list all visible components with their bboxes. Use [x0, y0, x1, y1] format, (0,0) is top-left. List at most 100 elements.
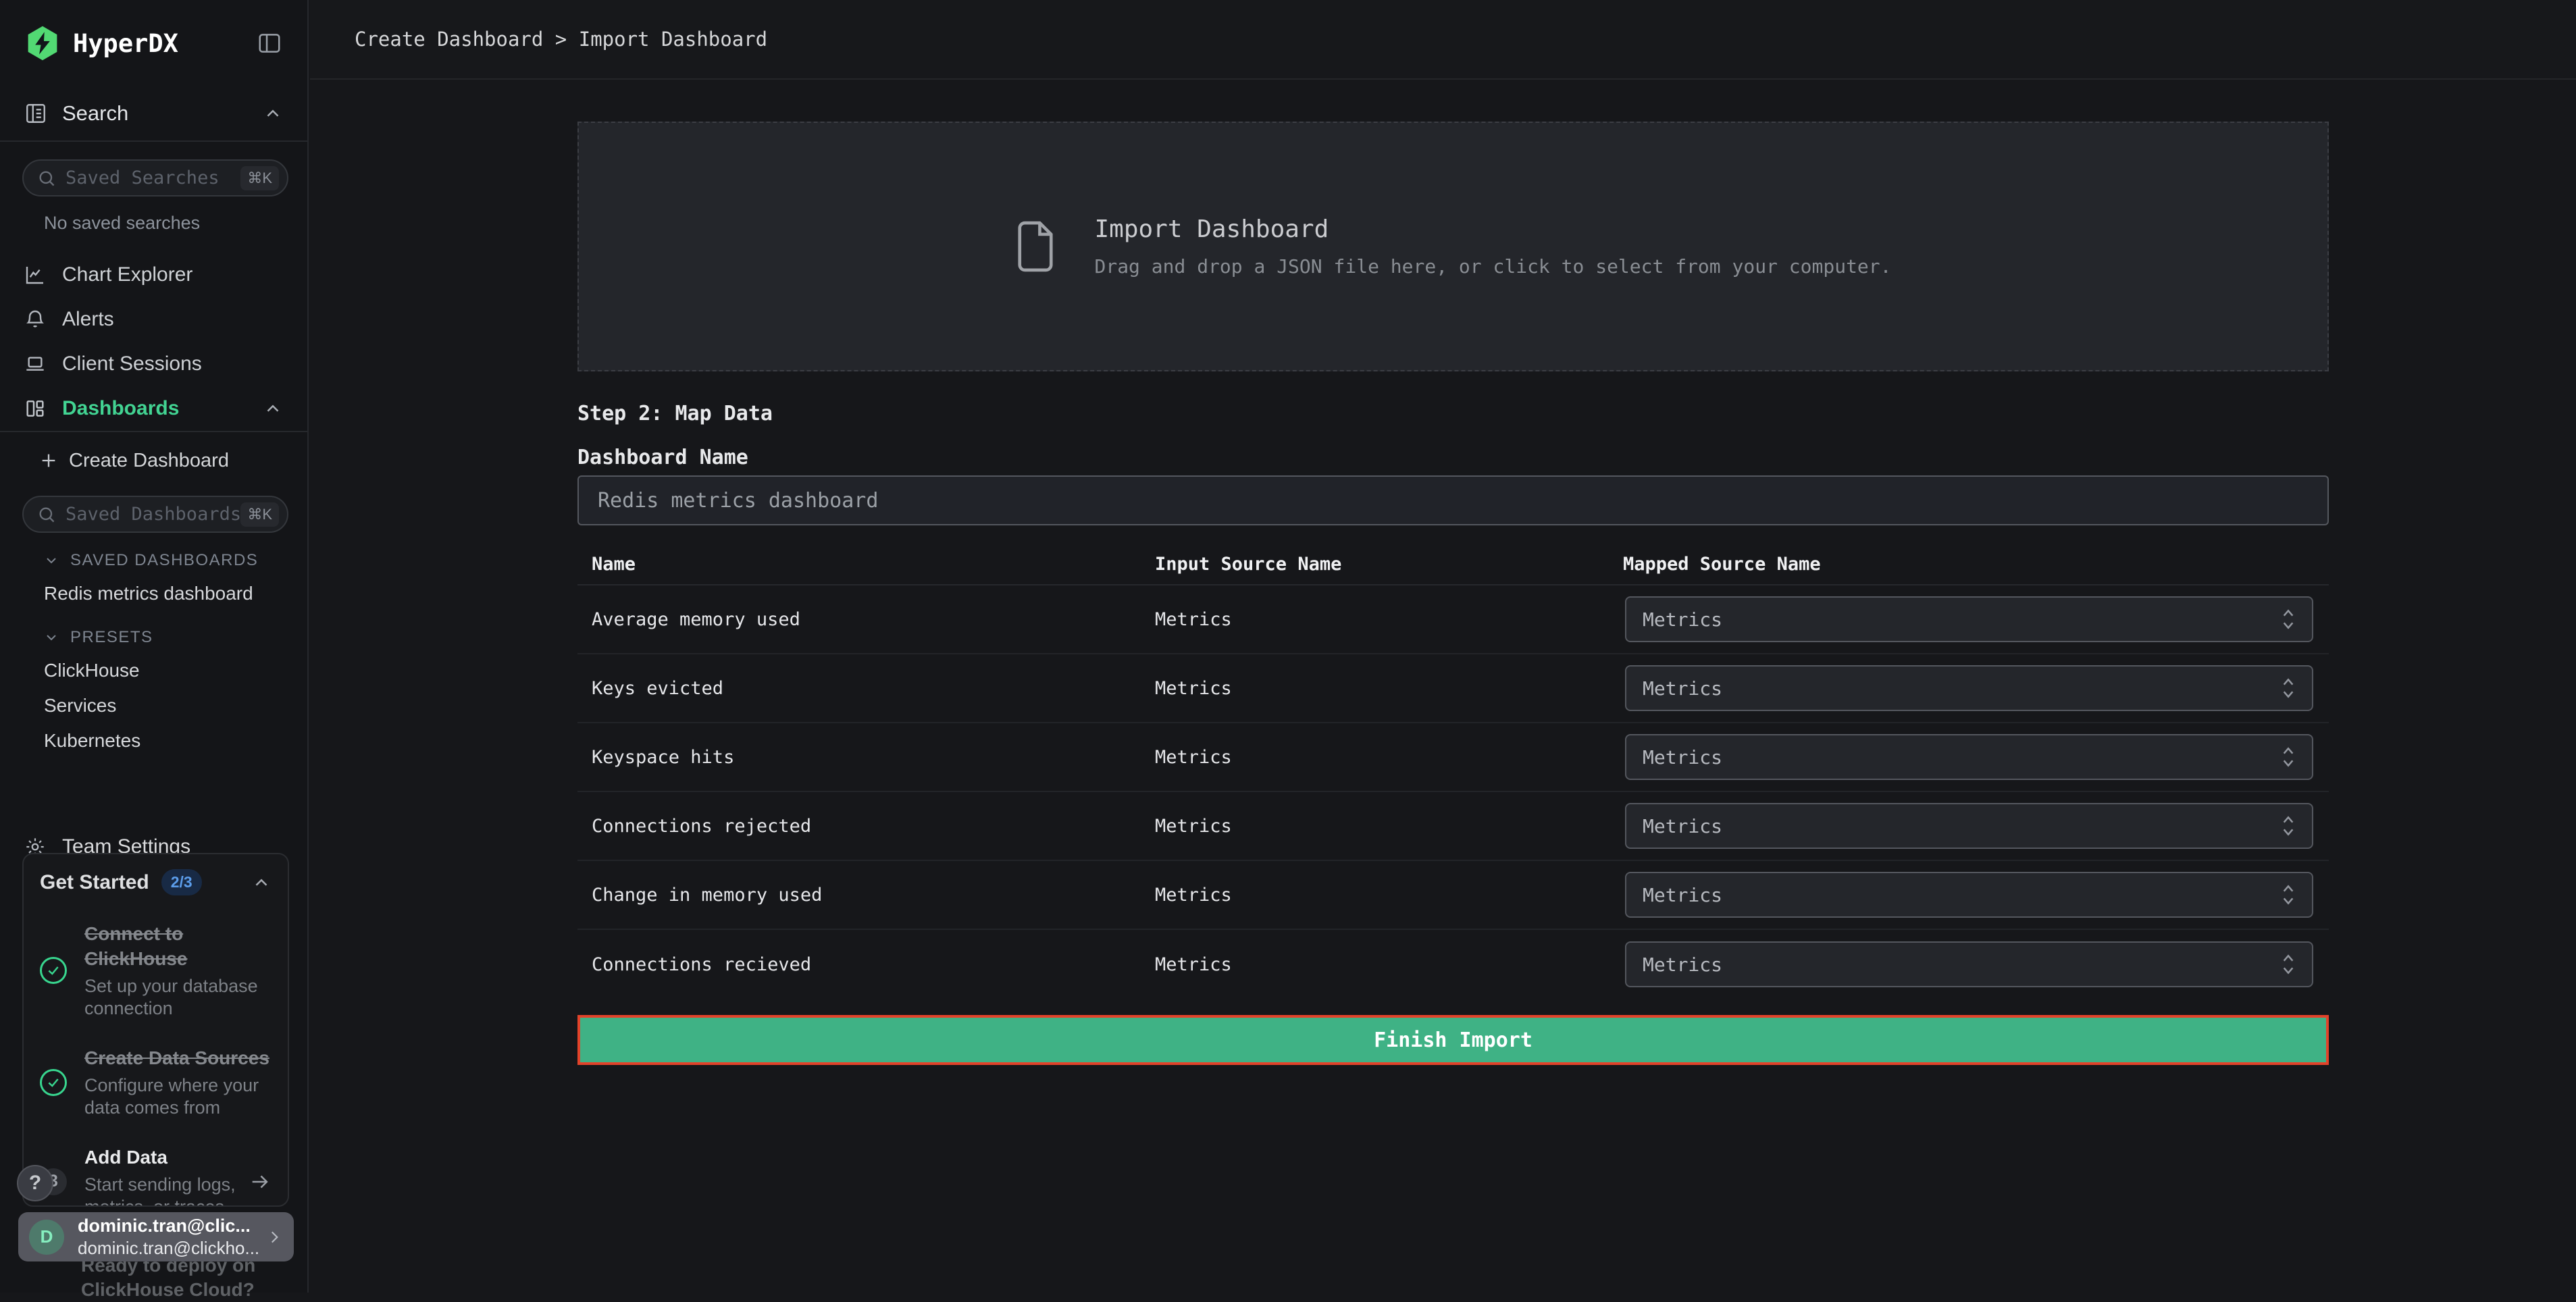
select-chevrons-icon — [2279, 952, 2297, 977]
row-name: Keys evicted — [577, 678, 1155, 699]
step-title: Create Data Sources — [84, 1045, 272, 1070]
dashboard-name-input[interactable] — [577, 475, 2329, 525]
get-started-title: Get Started — [40, 871, 149, 894]
sidebar-collapse-icon[interactable] — [256, 30, 283, 56]
step-title: Connect to ClickHouse — [84, 921, 272, 971]
mapped-source-select[interactable]: Metrics — [1625, 872, 2313, 918]
column-header-name: Name — [577, 554, 1155, 575]
user-name: dominic.tran@clic... — [78, 1216, 265, 1236]
get-started-step-add-data[interactable]: 3 Add Data Start sending logs, metrics, … — [40, 1145, 272, 1207]
no-saved-searches-text: No saved searches — [44, 213, 307, 234]
saved-dashboards-input-wrap: ⌘K — [22, 496, 288, 533]
sidebar-item-label: Dashboards — [62, 397, 179, 420]
saved-dashboards-group-header[interactable]: SAVED DASHBOARDS — [0, 545, 307, 576]
select-value: Metrics — [1643, 746, 1722, 769]
chevron-up-icon — [263, 398, 283, 419]
mapping-table: Name Input Source Name Mapped Source Nam… — [577, 544, 2329, 999]
table-row: Average memory used Metrics Metrics — [577, 585, 2329, 654]
mapped-source-select[interactable]: Metrics — [1625, 596, 2313, 642]
mapped-source-select[interactable]: Metrics — [1625, 665, 2313, 711]
row-name: Connections rejected — [577, 816, 1155, 837]
table-row: Connections recieved Metrics Metrics — [577, 930, 2329, 999]
topbar: Create Dashboard > Import Dashboard — [310, 0, 2576, 80]
mapped-source-select[interactable]: Metrics — [1625, 734, 2313, 780]
question-mark-icon: ? — [29, 1172, 41, 1195]
group-label-text: PRESETS — [70, 628, 153, 647]
user-email: dominic.tran@clickho... — [78, 1238, 265, 1259]
dashboard-name-label: Dashboard Name — [577, 446, 748, 469]
search-icon — [37, 505, 56, 524]
preset-item-clickhouse[interactable]: ClickHouse — [0, 653, 307, 688]
select-value: Metrics — [1643, 608, 1722, 631]
dashboards-icon — [24, 398, 46, 419]
arrow-right-icon — [249, 1170, 272, 1193]
search-section-header[interactable]: Search — [0, 86, 307, 140]
import-dropzone[interactable]: Import Dashboard Drag and drop a JSON fi… — [577, 122, 2329, 371]
dropzone-description: Drag and drop a JSON file here, or click… — [1094, 255, 1891, 278]
file-icon — [1014, 219, 1056, 274]
user-menu[interactable]: D dominic.tran@clic... dominic.tran@clic… — [18, 1212, 294, 1261]
row-input-source: Metrics — [1155, 678, 1623, 699]
breadcrumb: Create Dashboard > Import Dashboard — [355, 28, 767, 51]
create-dashboard-button[interactable]: Create Dashboard — [0, 440, 307, 481]
app-title: HyperDX — [73, 29, 256, 58]
column-header-mapped-source: Mapped Source Name — [1623, 554, 2329, 575]
presets-group-header[interactable]: PRESETS — [0, 622, 307, 653]
row-name: Average memory used — [577, 609, 1155, 630]
chevron-down-icon — [43, 629, 59, 646]
column-header-input-source: Input Source Name — [1155, 554, 1623, 575]
step-description: Configure where your data comes from — [84, 1074, 272, 1119]
chevron-up-icon — [263, 103, 283, 124]
mapped-source-select[interactable]: Metrics — [1625, 941, 2313, 987]
saved-searches-input[interactable] — [66, 167, 240, 188]
check-circle-icon — [40, 957, 67, 984]
step-description: Start sending logs, metrics, or traces — [84, 1174, 244, 1207]
sidebar-item-chart-explorer[interactable]: Chart Explorer — [0, 253, 307, 297]
saved-searches-input-wrap: ⌘K — [22, 159, 288, 197]
sidebar-item-dashboards[interactable]: Dashboards — [0, 386, 307, 431]
table-header-row: Name Input Source Name Mapped Source Nam… — [577, 544, 2329, 585]
row-name: Connections recieved — [577, 954, 1155, 975]
step-description: Set up your database connection — [84, 975, 272, 1020]
select-value: Metrics — [1643, 954, 1722, 976]
get-started-progress-badge: 2/3 — [161, 869, 202, 895]
row-input-source: Metrics — [1155, 885, 1623, 906]
select-value: Metrics — [1643, 677, 1722, 700]
sidebar-item-label: Chart Explorer — [62, 263, 192, 286]
search-panel-icon — [24, 102, 47, 125]
mapped-source-select[interactable]: Metrics — [1625, 803, 2313, 849]
group-label-text: SAVED DASHBOARDS — [70, 551, 258, 570]
row-input-source: Metrics — [1155, 609, 1623, 630]
get-started-card: Get Started 2/3 Connect to ClickHouse Se… — [22, 853, 289, 1207]
finish-import-button[interactable]: Finish Import — [577, 1015, 2329, 1065]
preset-item-services[interactable]: Services — [0, 688, 307, 723]
row-input-source: Metrics — [1155, 747, 1623, 768]
select-chevrons-icon — [2279, 814, 2297, 838]
saved-dashboards-input[interactable] — [66, 504, 240, 525]
laptop-icon — [24, 353, 46, 375]
get-started-step-connect[interactable]: Connect to ClickHouse Set up your databa… — [40, 921, 272, 1020]
preset-item-kubernetes[interactable]: Kubernetes — [0, 723, 307, 758]
sidebar-item-client-sessions[interactable]: Client Sessions — [0, 342, 307, 386]
row-input-source: Metrics — [1155, 816, 1623, 837]
search-section-label: Search — [62, 101, 128, 126]
chart-line-icon — [24, 264, 46, 286]
hyperdx-logo-icon — [24, 24, 61, 62]
help-button[interactable]: ? — [17, 1165, 53, 1201]
table-row: Connections rejected Metrics Metrics — [577, 792, 2329, 861]
search-icon — [37, 169, 56, 188]
dropzone-title: Import Dashboard — [1094, 215, 1891, 243]
shortcut-badge: ⌘K — [240, 502, 279, 527]
row-input-source: Metrics — [1155, 954, 1623, 975]
sidebar-item-label: Client Sessions — [62, 353, 202, 375]
chevron-down-icon — [43, 552, 59, 569]
get-started-step-sources[interactable]: Create Data Sources Configure where your… — [40, 1045, 272, 1119]
table-row: Keyspace hits Metrics Metrics — [577, 723, 2329, 792]
saved-dashboard-item[interactable]: Redis metrics dashboard — [0, 576, 307, 611]
sidebar-item-alerts[interactable]: Alerts — [0, 297, 307, 342]
chevron-up-icon[interactable] — [251, 873, 272, 893]
table-row: Keys evicted Metrics Metrics — [577, 654, 2329, 723]
create-dashboard-label: Create Dashboard — [69, 450, 229, 472]
logo-row: HyperDX — [0, 0, 307, 86]
check-circle-icon — [40, 1069, 67, 1096]
